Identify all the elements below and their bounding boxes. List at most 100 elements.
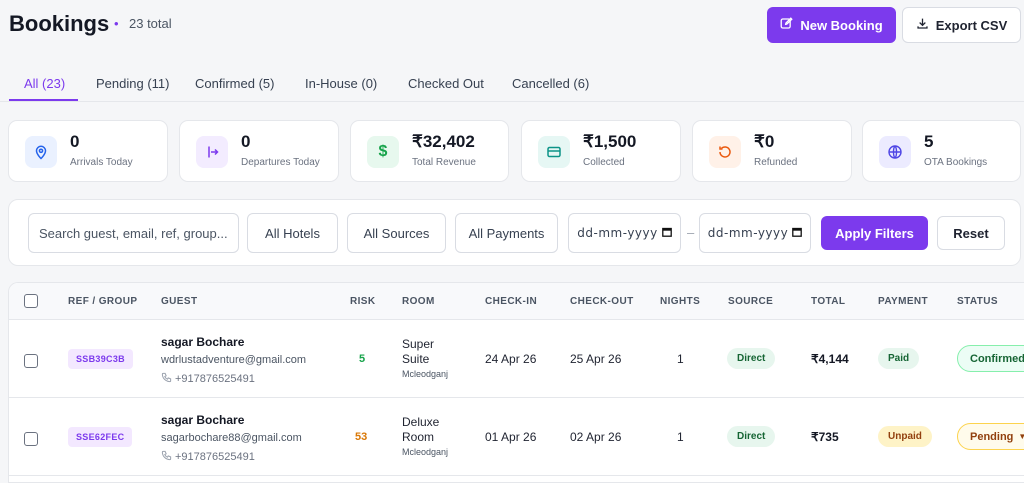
- edit-icon: [780, 17, 794, 33]
- col-status[interactable]: STATUS: [957, 296, 998, 307]
- guest-name[interactable]: sagar Bochare: [161, 413, 244, 427]
- page-header: Bookings • 23 total New Booking Export C…: [0, 0, 1024, 56]
- chevron-down-icon: ▼: [1018, 432, 1024, 441]
- calendar-icon: [792, 226, 803, 240]
- stat-value: ₹0: [754, 132, 775, 151]
- status-tabs: All (23) Pending (11) Confirmed (5) In-H…: [0, 66, 1024, 102]
- tab-cancelled[interactable]: Cancelled (6): [512, 76, 589, 91]
- source-badge: Direct: [727, 426, 776, 447]
- check-out-date: 25 Apr 26: [570, 352, 622, 366]
- phone-icon: [161, 450, 172, 464]
- location-pin-icon: [25, 136, 57, 168]
- date-from-value: dd-mm-yyyy: [577, 226, 658, 240]
- export-csv-label: Export CSV: [935, 17, 1008, 33]
- table-row[interactable]: SSE62FEC sagar Bochare sagarbochare88@gm…: [9, 398, 1024, 476]
- stat-value: 0: [70, 132, 80, 151]
- stat-label: Collected: [583, 157, 625, 168]
- stat-label: Departures Today: [241, 157, 320, 168]
- stat-departures-today: 0 Departures Today: [179, 120, 339, 182]
- status-dropdown[interactable]: Confirmed: [957, 345, 1024, 372]
- guest-phone-number: +917876525491: [175, 451, 255, 463]
- tab-in-house[interactable]: In-House (0): [305, 76, 377, 91]
- hotel-select[interactable]: All Hotels: [247, 213, 338, 253]
- export-csv-button[interactable]: Export CSV: [902, 7, 1021, 43]
- stat-ota-bookings: 5 OTA Bookings: [862, 120, 1021, 182]
- col-check-in[interactable]: CHECK-IN: [485, 296, 537, 307]
- tab-confirmed[interactable]: Confirmed (5): [195, 76, 274, 91]
- stat-label: OTA Bookings: [924, 157, 988, 168]
- tab-all[interactable]: All (23): [24, 76, 65, 91]
- booking-ref-badge[interactable]: SSB39C3B: [68, 349, 133, 369]
- col-total[interactable]: TOTAL: [811, 296, 845, 307]
- booking-total: ₹4,144: [811, 352, 849, 366]
- nights-count: 1: [677, 352, 684, 366]
- logout-icon: [196, 136, 228, 168]
- booking-total: ₹735: [811, 430, 839, 444]
- table-header: REF / GROUP GUEST RISK ROOM CHECK-IN CHE…: [9, 283, 1024, 320]
- col-guest[interactable]: GUEST: [161, 296, 197, 307]
- new-booking-label: New Booking: [800, 17, 883, 33]
- col-nights[interactable]: NIGHTS: [660, 296, 700, 307]
- stat-arrivals-today: 0 Arrivals Today: [8, 120, 168, 182]
- apply-filters-button[interactable]: Apply Filters: [821, 216, 928, 250]
- source-badge: Direct: [727, 348, 776, 369]
- status-label: Confirmed: [970, 352, 1024, 365]
- row-checkbox[interactable]: [24, 432, 38, 446]
- guest-name[interactable]: sagar Bochare: [161, 335, 244, 349]
- payment-badge: Paid: [878, 348, 920, 369]
- guest-email: sagarbochare88@gmail.com: [161, 432, 302, 444]
- tab-pending[interactable]: Pending (11): [96, 76, 169, 91]
- room-location: Mcleodganj: [402, 369, 449, 379]
- col-risk[interactable]: RISK: [350, 296, 376, 307]
- active-tab-indicator: [9, 99, 78, 101]
- room-name: Deluxe Room: [402, 415, 440, 444]
- col-source[interactable]: SOURCE: [728, 296, 773, 307]
- select-all-checkbox[interactable]: [24, 294, 38, 308]
- check-in-date: 01 Apr 26: [485, 430, 537, 444]
- row-checkbox[interactable]: [24, 354, 38, 368]
- payment-badge: Unpaid: [878, 426, 932, 447]
- guest-phone-number: +917876525491: [175, 373, 255, 385]
- guest-phone: +917876525491: [161, 372, 255, 386]
- risk-score: 5: [359, 353, 366, 365]
- date-to-value: dd-mm-yyyy: [707, 226, 789, 240]
- risk-score: 53: [355, 431, 368, 443]
- credit-card-icon: [538, 136, 570, 168]
- table-row[interactable]: SSB39C3B sagar Bochare wdrlustadventure@…: [9, 320, 1024, 398]
- col-ref-group[interactable]: REF / GROUP: [68, 296, 137, 307]
- date-to-input[interactable]: dd-mm-yyyy: [699, 213, 811, 253]
- room-name: Super Suite: [402, 337, 435, 366]
- reset-button[interactable]: Reset: [937, 216, 1005, 250]
- stat-label: Total Revenue: [412, 157, 476, 168]
- dollar-icon: $: [367, 136, 399, 168]
- date-separator: –: [687, 225, 695, 240]
- download-icon: [916, 17, 929, 33]
- nights-count: 1: [677, 430, 684, 444]
- col-payment[interactable]: PAYMENT: [878, 296, 928, 307]
- source-select[interactable]: All Sources: [347, 213, 446, 253]
- col-check-out[interactable]: CHECK-OUT: [570, 296, 634, 307]
- tab-checked-out[interactable]: Checked Out: [408, 76, 484, 91]
- stat-total-revenue: $ ₹32,402 Total Revenue: [350, 120, 509, 182]
- booking-ref-badge[interactable]: SSE62FEC: [68, 427, 133, 447]
- bookings-table: REF / GROUP GUEST RISK ROOM CHECK-IN CHE…: [8, 282, 1024, 483]
- check-in-date: 24 Apr 26: [485, 352, 537, 366]
- stat-label: Arrivals Today: [70, 157, 133, 168]
- status-dropdown[interactable]: Pending ▼: [957, 423, 1024, 450]
- calendar-icon: [661, 226, 672, 240]
- payment-select[interactable]: All Payments: [455, 213, 558, 253]
- page-title: Bookings: [9, 11, 110, 36]
- check-out-date: 02 Apr 26: [570, 430, 622, 444]
- date-from-input[interactable]: dd-mm-yyyy: [568, 213, 681, 253]
- stat-collected: ₹1,500 Collected: [521, 120, 681, 182]
- refund-icon: [709, 136, 741, 168]
- filter-bar: Search guest, email, ref, group... All H…: [8, 199, 1021, 266]
- stat-value: 0: [241, 132, 251, 151]
- phone-icon: [161, 372, 172, 386]
- stat-value: ₹1,500: [583, 132, 637, 151]
- separator-dot: •: [114, 16, 119, 31]
- col-room[interactable]: ROOM: [402, 296, 435, 307]
- search-input[interactable]: Search guest, email, ref, group...: [28, 213, 239, 253]
- new-booking-button[interactable]: New Booking: [767, 7, 896, 43]
- stat-label: Refunded: [754, 157, 798, 168]
